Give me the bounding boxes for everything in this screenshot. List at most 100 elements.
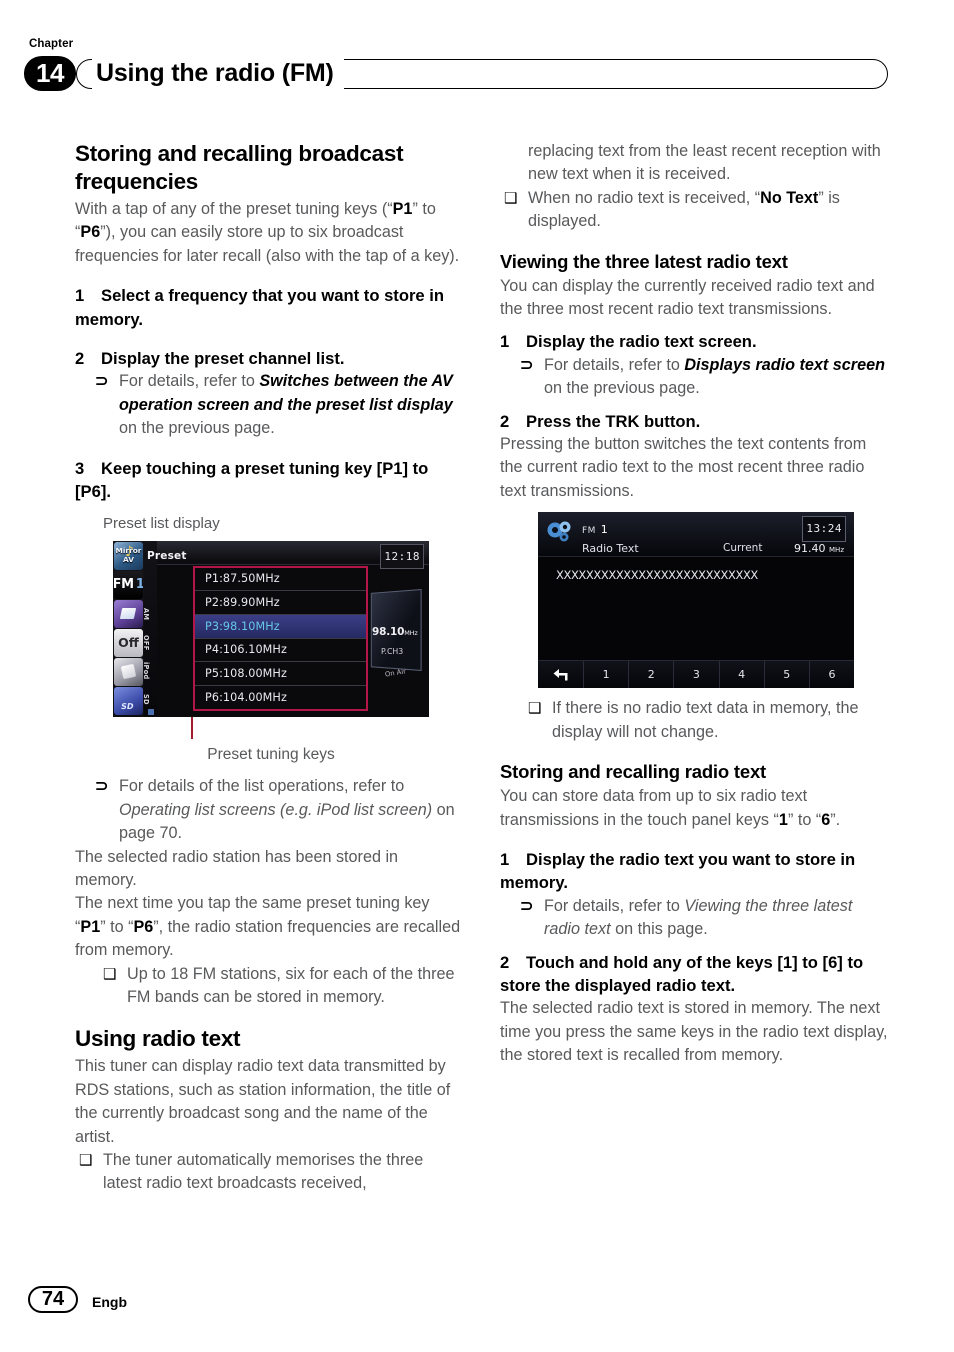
- radio-text-footer-bar: 1 2 3 4 5 6: [538, 660, 854, 689]
- fm-source-button[interactable]: FM 1: [114, 570, 143, 599]
- page-number-badge: 74: [28, 1286, 78, 1313]
- note-memorise: ❑ The tuner automatically memorises the t…: [75, 1149, 463, 1196]
- para-next-p6: P6: [133, 917, 154, 936]
- music-note-icon: ♪: [125, 543, 134, 560]
- radio-text-key-2[interactable]: 2: [629, 661, 675, 689]
- para-next-time: The next time you tap the same preset tu…: [75, 892, 463, 962]
- step-3-number: 3: [75, 458, 85, 478]
- panel-preset-channel: P.CH3: [381, 646, 404, 656]
- radio-text-body: XXXXXXXXXXXXXXXXXXXXXXXXXXX: [556, 568, 758, 583]
- para-using-radio-text: This tuner can display radio text data t…: [75, 1057, 451, 1146]
- step-2-number: 2: [75, 349, 85, 369]
- sub2-body-c: ”.: [830, 810, 841, 829]
- step-1: 1 Select a frequency that you want to sto…: [75, 284, 463, 331]
- subsection-title-storing-radio-text: Storing and recalling radio text: [500, 761, 767, 783]
- gears-icon: [544, 518, 574, 548]
- right-s2-step-1: 1 Display the radio text you want to stor…: [500, 848, 888, 895]
- intro-p1: P1: [392, 200, 413, 218]
- preset-sidebar: Mirror AV FM 1 Off: [113, 540, 144, 717]
- radio-text-key-6[interactable]: 6: [810, 661, 854, 688]
- note-18-fm-stations: ❑ Up to 18 FM stations, six for each of t…: [75, 963, 463, 1010]
- right-step-1-crossref-prefix: For details, refer to: [544, 355, 685, 374]
- radio-text-current-label: Current: [723, 542, 763, 555]
- arrow-ref-icon: ⊃: [520, 356, 534, 374]
- scroll-indicator-icon: [148, 708, 154, 715]
- radio-text-key-4[interactable]: 4: [720, 661, 765, 689]
- list-crossref-prefix: For details of the list operations, refe…: [119, 777, 405, 796]
- right-s2-step-2-number: 2: [500, 952, 510, 972]
- radio-text-key-5[interactable]: 5: [765, 661, 810, 689]
- radio-text-band-number: 1: [600, 523, 609, 537]
- arrow-ref-icon: ⊃: [95, 778, 109, 796]
- right-s2-crossref-prefix: For details, refer to: [544, 896, 685, 915]
- step-2-crossref-prefix: For details, refer to: [119, 372, 260, 391]
- step-2: 2 Display the preset channel list.: [75, 347, 463, 370]
- radio-text-clock: 13:24: [802, 516, 846, 542]
- arrow-ref-icon: ⊃: [95, 373, 109, 391]
- sub2-key-1: 1: [778, 810, 788, 829]
- intro-a: With a tap of any of the preset tuning k…: [75, 200, 393, 218]
- para-next-b: ” to “: [100, 917, 134, 936]
- note-no-data: ❑ If there is no radio text data in memor…: [500, 697, 888, 744]
- back-icon[interactable]: [538, 661, 584, 689]
- radio-text-mode-label: Radio Text: [582, 542, 639, 556]
- note-square-icon: ❑: [103, 965, 117, 983]
- subsection-title-viewing-three-latest: Viewing the three latest radio text: [500, 250, 788, 272]
- right-step-1-text: Display the radio text screen.: [526, 332, 757, 352]
- para-storing-radio-text: You can store data from up to six radio …: [500, 785, 888, 832]
- panel-frequency-value: 98.10: [372, 625, 405, 638]
- arrow-ref-icon: ⊃: [520, 897, 534, 915]
- right-step-1-crossref-target: Displays radio text screen: [684, 355, 885, 374]
- radio-text-key-3[interactable]: 3: [674, 661, 720, 689]
- note-18-fm-text: Up to 18 FM stations, six for each of th…: [127, 964, 455, 1006]
- fm-label: FM: [114, 577, 134, 593]
- radio-text-display-figure: FM 1 Radio Text Current 91.40 MHz 13:24 X…: [538, 512, 854, 689]
- tab-off[interactable]: OFF: [142, 630, 157, 656]
- language-code: Engb: [92, 1294, 127, 1310]
- tab-am[interactable]: AM: [142, 601, 157, 627]
- radio-text-key-1[interactable]: 1: [584, 661, 630, 689]
- preset-list-display-figure: Mirror AV FM1 Off AM OFF iPod SD ♪ P: [113, 540, 429, 717]
- radio-text-frequency-unit: MHz: [829, 546, 844, 555]
- note-no-text-value: No Text: [760, 188, 819, 207]
- manual-page: Chapter 14 Using the radio (FM) Storing …: [0, 0, 954, 1352]
- para-continued-text: replacing text from the least recent rec…: [528, 142, 881, 184]
- right-s2-step-1-crossref: ⊃ For details, refer to Viewing the three…: [500, 895, 888, 942]
- sub2-body-b: ” to “: [787, 810, 822, 829]
- para-press-button: Pressing the button switches the text co…: [500, 435, 867, 500]
- right-step-1-number: 1: [500, 332, 510, 352]
- figure-caption-preset-list: Preset list display: [103, 515, 220, 533]
- right-step-1-crossref: ⊃ For details, refer to Displays radio te…: [500, 354, 888, 401]
- sub2-key-6: 6: [821, 810, 831, 829]
- section-title-storing-frequencies: Storing and recalling broadcast frequenc…: [75, 141, 404, 194]
- right-step-2-number: 2: [500, 411, 510, 431]
- step-1-text: Select a frequency that you want to stor…: [75, 286, 445, 329]
- callout-line-wrap: [113, 716, 429, 743]
- tab-ipod[interactable]: iPod: [142, 657, 157, 685]
- list-operations-crossref: ⊃ For details of the list operations, ref…: [75, 775, 463, 845]
- step-3-text: Keep touching a preset tuning key [P1] t…: [75, 458, 429, 502]
- right-column: replacing text from the least recent rec…: [500, 140, 888, 1068]
- step-2-crossref-suffix: on the previous page.: [119, 419, 275, 438]
- step-3: 3 Keep touching a preset tuning key [P1] …: [75, 457, 463, 504]
- right-s2-step-2-text: Touch and hold any of the keys [1] to [6…: [500, 952, 864, 995]
- note-square-icon: ❑: [528, 700, 542, 718]
- intro-paragraph: With a tap of any of the preset tuning k…: [75, 198, 463, 268]
- panel-frequency-unit: MHz: [404, 628, 418, 637]
- step-2-text: Display the preset channel list.: [101, 349, 345, 369]
- chapter-number-badge: 14: [24, 56, 76, 91]
- right-step-1-crossref-suffix: on the previous page.: [544, 379, 700, 398]
- preset-title: Preset: [147, 549, 187, 562]
